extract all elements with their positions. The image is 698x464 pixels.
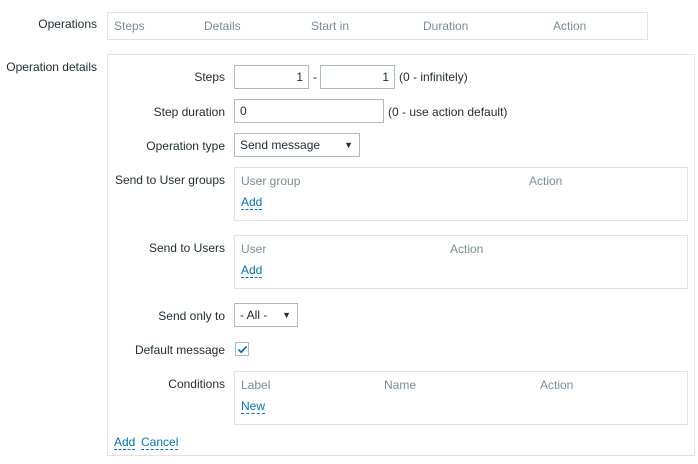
- step-duration-label: Step duration: [153, 105, 225, 119]
- step-duration-input[interactable]: 0: [234, 99, 384, 123]
- steps-label: Steps: [194, 70, 225, 84]
- checkmark-icon: [237, 345, 248, 354]
- user-groups-table: User group Action Add: [234, 167, 688, 221]
- operations-col-action: Action: [553, 19, 587, 33]
- operation-details-panel: Steps 1 - 1 (0 - infinitely) Step durati…: [107, 54, 695, 456]
- send-only-to-select[interactable]: - All - ▼: [234, 303, 298, 327]
- operation-type-label: Operation type: [146, 139, 225, 153]
- steps-to-input[interactable]: 1: [320, 65, 395, 89]
- operation-cancel-link[interactable]: Cancel: [141, 435, 179, 450]
- conditions-table: Label Name Action New: [234, 371, 688, 425]
- user-groups-col-action: Action: [529, 174, 563, 188]
- step-duration-hint: (0 - use action default): [388, 105, 508, 119]
- operations-col-steps: Steps: [114, 19, 145, 33]
- user-groups-col-user-group: User group: [241, 174, 301, 188]
- operation-type-value: Send message: [240, 138, 321, 152]
- operation-details-label: Operation details: [6, 60, 97, 74]
- users-table: User Action Add: [234, 235, 688, 289]
- user-groups-add-link[interactable]: Add: [241, 195, 263, 210]
- users-add-link[interactable]: Add: [241, 263, 263, 278]
- operation-add-link[interactable]: Add: [114, 435, 136, 450]
- triangle-down-icon: ▼: [282, 310, 291, 320]
- users-col-user: User: [241, 242, 267, 256]
- conditions-label: Conditions: [168, 377, 225, 391]
- operations-table: Steps Details Start in Duration Action: [107, 12, 648, 40]
- operation-type-select[interactable]: Send message ▼: [234, 133, 360, 157]
- send-to-users-label: Send to Users: [148, 241, 225, 255]
- send-only-to-value: - All -: [240, 308, 268, 322]
- send-only-to-label: Send only to: [158, 309, 225, 323]
- conditions-col-action: Action: [540, 378, 574, 392]
- send-to-user-groups-label: Send to User groups: [114, 173, 225, 187]
- conditions-new-link[interactable]: New: [241, 399, 266, 414]
- default-message-label: Default message: [134, 343, 225, 357]
- triangle-down-icon: ▼: [344, 140, 353, 150]
- operations-col-duration: Duration: [423, 19, 469, 33]
- conditions-col-label: Label: [241, 378, 271, 392]
- steps-hint: (0 - infinitely): [399, 70, 468, 84]
- users-col-action: Action: [450, 242, 484, 256]
- conditions-col-name: Name: [384, 378, 417, 392]
- operations-col-details: Details: [204, 19, 241, 33]
- operations-col-start-in: Start in: [311, 19, 350, 33]
- default-message-checkbox[interactable]: [235, 342, 249, 356]
- steps-separator: -: [313, 70, 317, 84]
- steps-from-input[interactable]: 1: [234, 65, 309, 89]
- operations-label: Operations: [38, 17, 97, 31]
